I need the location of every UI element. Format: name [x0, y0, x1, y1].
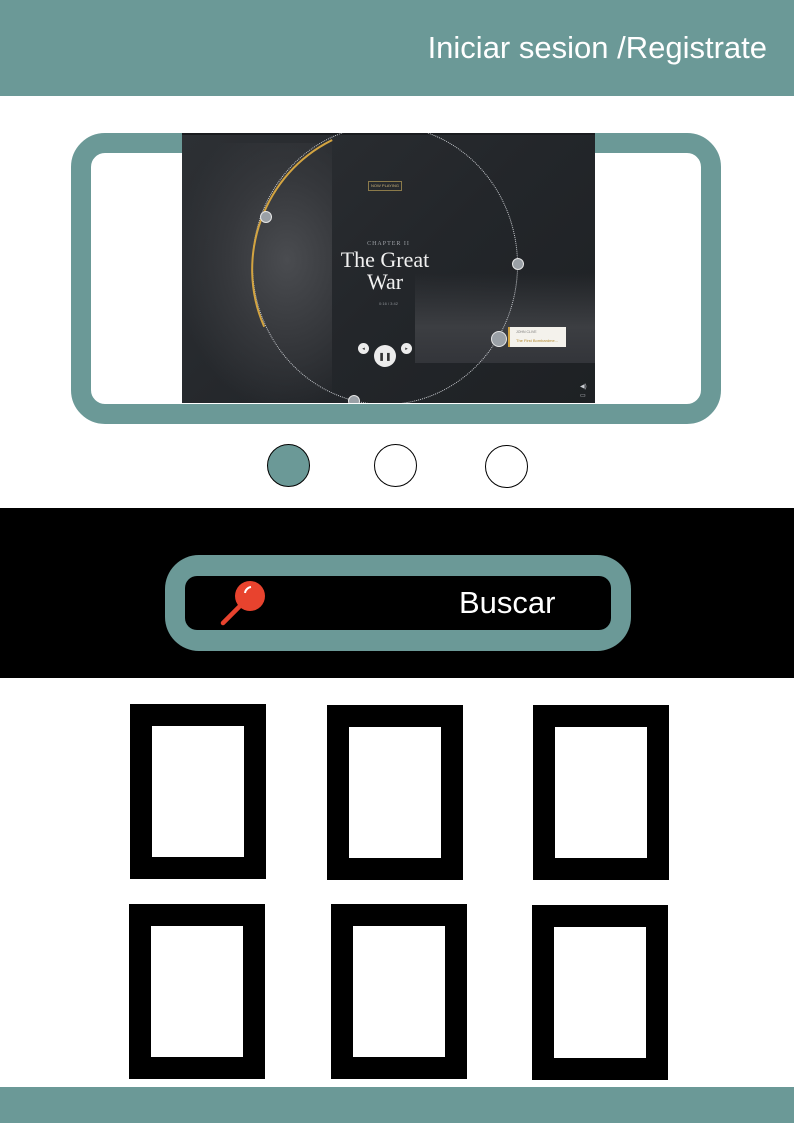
slide-title-line: The Great: [340, 247, 430, 272]
grid-card[interactable]: [331, 904, 467, 1079]
grid-card[interactable]: [327, 705, 463, 880]
carousel-slide[interactable]: NOW PLAYING CHAPTER II The Great War 0:1…: [182, 133, 595, 403]
now-playing-badge: NOW PLAYING: [368, 181, 402, 191]
login-register-link[interactable]: Iniciar sesion /Registrate: [428, 30, 767, 66]
volume-icon[interactable]: ◀): [580, 383, 587, 390]
next-icon[interactable]: ▸: [401, 343, 412, 354]
orbit-marker[interactable]: [348, 395, 360, 403]
prev-icon[interactable]: ◂: [358, 343, 369, 354]
track-card[interactable]: JOHN CLIVE The First Bombardme...: [508, 327, 566, 347]
carousel-dot-2[interactable]: [374, 444, 417, 487]
slide-title: The Great War: [302, 249, 468, 293]
grid-card[interactable]: [532, 905, 668, 1080]
orbit-marker[interactable]: [512, 258, 524, 270]
footer-bar: [0, 1087, 794, 1123]
slide-time: 0:16 / 3:42: [379, 301, 398, 306]
carousel-dot-3[interactable]: [485, 445, 528, 488]
track-name: The First Bombardme...: [516, 338, 559, 343]
track-artist: JOHN CLIVE: [516, 330, 537, 334]
grid-card[interactable]: [130, 704, 266, 879]
orbit-marker[interactable]: [260, 211, 272, 223]
fullscreen-icon[interactable]: ▭: [580, 392, 586, 399]
search-label: Buscar: [459, 585, 556, 620]
top-bar: Iniciar sesion /Registrate: [0, 0, 794, 96]
slide-title-line: War: [366, 269, 404, 294]
pause-icon[interactable]: ❚❚: [374, 345, 396, 367]
grid-card[interactable]: [533, 705, 669, 880]
search-icon[interactable]: [218, 579, 268, 627]
carousel-dot-1[interactable]: [267, 444, 310, 487]
grid-card[interactable]: [129, 904, 265, 1079]
orbit-marker[interactable]: [491, 331, 507, 347]
